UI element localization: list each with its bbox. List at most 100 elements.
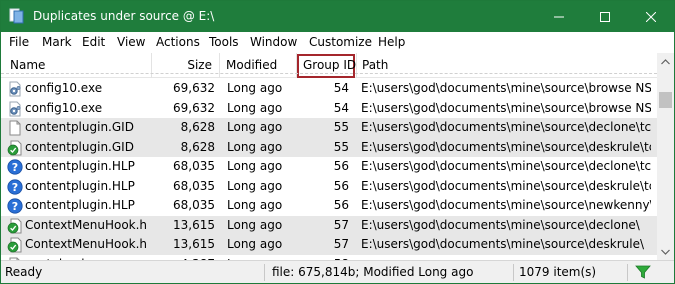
cell-name: contentplugin.GID xyxy=(25,120,134,134)
vertical-scrollbar[interactable] xyxy=(657,53,674,260)
list-item[interactable]: ContextMenuHook.h 13,615 Long ago 57 E:\user… xyxy=(1,235,657,255)
status-divider xyxy=(264,264,265,281)
scroll-up-button[interactable] xyxy=(657,53,674,70)
checked-file-icon xyxy=(7,140,22,155)
cell-modified: Long ago xyxy=(227,159,283,173)
window-title: Duplicates under source @ E:\ xyxy=(33,9,215,23)
chevron-down-icon xyxy=(661,249,670,255)
main-window: Duplicates under source @ E:\ File Mark … xyxy=(0,0,675,284)
cell-size: 8,628 xyxy=(180,139,215,154)
menu-window[interactable]: Window xyxy=(250,35,297,49)
cell-path: E:\users\god\documents\mine\source\brows… xyxy=(361,100,651,115)
chevron-up-icon xyxy=(661,58,670,64)
minimize-icon xyxy=(554,16,564,17)
cell-path: E:\users\god\documents\mine\source\newke… xyxy=(361,198,651,212)
close-icon xyxy=(646,11,656,22)
filter-icon[interactable] xyxy=(635,264,651,280)
duplicates-list[interactable]: Name Size Modified Group ID Path config1… xyxy=(1,53,657,260)
column-header-modified[interactable]: Modified xyxy=(221,53,282,78)
cell-modified: Long ago xyxy=(227,217,283,232)
cell-name: ContextMenuHook.h xyxy=(25,217,148,232)
menu-help[interactable]: Help xyxy=(378,35,405,49)
column-header-size[interactable]: Size xyxy=(151,53,217,78)
list-item[interactable]: ContextMenuHook.h 13,615 Long ago 57 E:\user… xyxy=(1,215,657,235)
help-file-icon: ? xyxy=(7,178,23,195)
column-header-path[interactable]: Path xyxy=(357,53,393,78)
menu-mark[interactable]: Mark xyxy=(42,35,72,49)
checked-file-icon xyxy=(7,218,22,233)
cell-path: E:\users\god\documents\mine\source\deskr… xyxy=(361,178,651,193)
minimize-button[interactable] xyxy=(536,1,582,32)
cell-size: 8,628 xyxy=(180,120,215,134)
list-item[interactable]: ? contentplugin.HLP 68,035 Long ago 56 E:\use… xyxy=(1,177,657,197)
cell-path: E:\users\god\documents\mine\source\declo… xyxy=(361,120,651,134)
cell-modified: Long ago xyxy=(227,100,283,115)
status-file-info: file: 675,814b; Modified Long ago xyxy=(272,265,474,279)
cell-name: contentplugin.HLP xyxy=(25,178,135,193)
column-divider[interactable] xyxy=(219,53,220,78)
checked-file-icon xyxy=(7,237,22,253)
svg-text:?: ? xyxy=(12,200,18,213)
column-header-name[interactable]: Name xyxy=(5,53,50,78)
maximize-button[interactable] xyxy=(582,1,628,32)
maximize-icon xyxy=(600,11,610,22)
cell-size: 13,615 xyxy=(173,217,215,232)
blank-file-icon xyxy=(9,120,21,136)
help-file-icon: ? xyxy=(7,198,23,214)
cell-path: E:\users\god\documents\mine\source\declo… xyxy=(361,159,651,173)
cell-name: contentplugin.HLP xyxy=(25,159,135,173)
cell-modified: Long ago xyxy=(227,139,283,154)
menu-tools[interactable]: Tools xyxy=(209,35,239,49)
cell-size: 68,035 xyxy=(173,198,215,212)
list-item[interactable]: ? contentplugin.HLP 68,035 Long ago 56 E:\use… xyxy=(1,157,657,177)
list-item[interactable]: ? contentplugin.HLP 68,035 Long ago 56 E:\use… xyxy=(1,196,657,216)
cell-name: contentplugin.GID xyxy=(25,139,134,154)
status-text: Ready xyxy=(5,265,43,279)
status-divider xyxy=(513,264,514,281)
cell-path: E:\users\god\documents\mine\source\deskr… xyxy=(361,237,645,251)
cell-group-id: 56 xyxy=(333,198,349,212)
header-dashed-separator xyxy=(1,73,657,74)
cell-group-id: 56 xyxy=(333,159,349,173)
cell-path: E:\users\god\documents\mine\source\brows… xyxy=(361,81,651,95)
menu-edit[interactable]: Edit xyxy=(82,35,105,49)
menu-customize[interactable]: Customize xyxy=(309,35,372,49)
cell-modified: Long ago xyxy=(227,178,283,193)
cell-group-id: 54 xyxy=(333,100,349,115)
cell-modified: Long ago xyxy=(227,237,283,251)
cell-name: ContextMenuHook.h xyxy=(25,237,148,251)
cell-modified: Long ago xyxy=(227,120,283,134)
help-file-icon: ? xyxy=(7,159,23,175)
cell-size: 69,632 xyxy=(173,100,215,115)
menu-actions[interactable]: Actions xyxy=(156,35,200,49)
gear-file-icon xyxy=(9,101,21,116)
cell-size: 13,615 xyxy=(173,237,215,251)
cell-modified: Long ago xyxy=(227,81,283,95)
cell-modified: Long ago xyxy=(227,198,283,212)
cell-name: config10.exe xyxy=(25,81,103,95)
cell-name: contentplugin.HLP xyxy=(25,198,135,212)
close-button[interactable] xyxy=(628,1,674,32)
list-item[interactable]: config10.exe 69,632 Long ago 54 E:\users\god… xyxy=(1,79,657,99)
cell-group-id: 57 xyxy=(333,217,349,232)
menu-bar: File Mark Edit View Actions Tools Window… xyxy=(1,32,674,53)
cell-group-id: 56 xyxy=(333,178,349,193)
column-header-group-id[interactable]: Group ID xyxy=(298,53,356,78)
svg-text:?: ? xyxy=(12,161,18,174)
title-bar[interactable]: Duplicates under source @ E:\ xyxy=(1,1,674,32)
cell-size: 68,035 xyxy=(173,159,215,173)
cell-group-id: 55 xyxy=(333,139,349,154)
cell-path: E:\users\god\documents\mine\source\declo… xyxy=(361,217,640,232)
cell-group-id: 55 xyxy=(333,120,349,134)
cell-path: E:\users\god\documents\mine\source\deskr… xyxy=(361,139,651,154)
menu-file[interactable]: File xyxy=(9,35,29,49)
svg-text:?: ? xyxy=(12,181,18,194)
scroll-down-button[interactable] xyxy=(657,243,674,260)
list-item[interactable]: config10.exe 69,632 Long ago 54 E:\users\god… xyxy=(1,99,657,119)
list-item[interactable]: contentplugin.GID 8,628 Long ago 55 E:\users… xyxy=(1,118,657,138)
gear-file-icon xyxy=(9,81,21,97)
cell-size: 69,632 xyxy=(173,81,215,95)
list-item[interactable]: contentplugin.GID 8,628 Long ago 55 E:\users… xyxy=(1,137,657,157)
menu-view[interactable]: View xyxy=(117,35,145,49)
scroll-thumb[interactable] xyxy=(659,92,672,108)
